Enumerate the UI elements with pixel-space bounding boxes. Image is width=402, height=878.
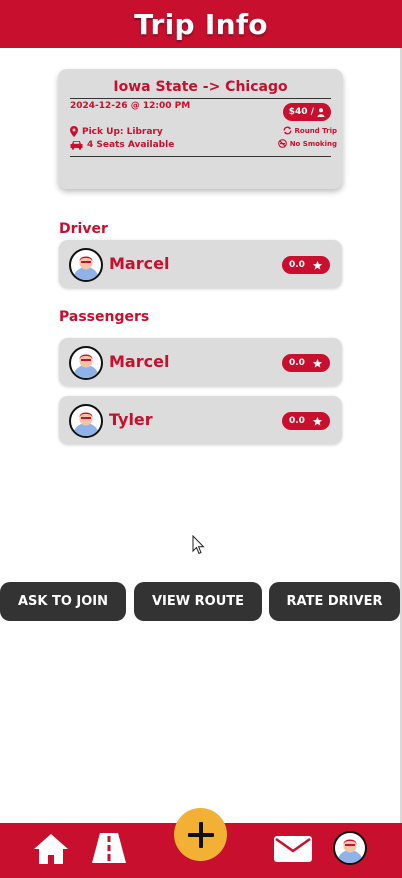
plus-icon [187, 821, 214, 848]
rating-value: 0.0 [289, 358, 305, 368]
star-icon [312, 416, 323, 426]
rating-badge: 0.0 [282, 412, 330, 430]
bottom-nav [0, 808, 402, 878]
no-smoking-icon [277, 139, 287, 148]
star-icon [312, 358, 323, 368]
pickup-text: Pick Up: Library [82, 126, 163, 137]
avatar [69, 248, 103, 282]
seats-text: 4 Seats Available [87, 140, 175, 150]
round-trip-flag: Round Trip [283, 126, 337, 135]
location-pin-icon [70, 126, 78, 137]
passenger-card[interactable]: Marcel 0.0 [59, 338, 342, 386]
price-text: $40 / [288, 107, 314, 117]
passenger-name: Marcel [109, 352, 170, 371]
passengers-section-label: Passengers [59, 309, 150, 325]
road-icon[interactable] [91, 833, 127, 863]
trip-route: Iowa State -> Chicago [113, 79, 288, 95]
passenger-name: Tyler [109, 410, 153, 429]
avatar [69, 346, 103, 380]
person-icon [317, 107, 325, 117]
rating-badge: 0.0 [282, 256, 330, 274]
no-smoking-text: No Smoking [289, 139, 337, 148]
divider [70, 98, 331, 99]
driver-section-label: Driver [59, 221, 108, 237]
round-trip-text: Round Trip [294, 126, 337, 135]
pickup-row: Pick Up: Library [70, 126, 163, 137]
avatar [69, 404, 103, 438]
divider [70, 156, 331, 157]
driver-name: Marcel [109, 254, 170, 273]
app-header: Trip Info [0, 0, 402, 48]
rating-value: 0.0 [289, 260, 305, 270]
page-title: Trip Info [134, 7, 268, 41]
view-route-button[interactable]: VIEW ROUTE [134, 582, 262, 621]
add-trip-button[interactable] [174, 808, 227, 861]
ask-to-join-button[interactable]: ASK TO JOIN [0, 582, 126, 621]
repeat-icon [283, 126, 291, 135]
rating-badge: 0.0 [282, 354, 330, 372]
no-smoking-flag: No Smoking [277, 139, 337, 148]
profile-avatar[interactable] [333, 831, 367, 865]
rating-value: 0.0 [289, 416, 305, 426]
driver-card[interactable]: Marcel 0.0 [59, 240, 342, 288]
mail-icon[interactable] [274, 836, 312, 862]
rate-driver-button[interactable]: RATE DRIVER [269, 582, 400, 621]
seats-row: 4 Seats Available [70, 140, 174, 150]
passenger-card[interactable]: Tyler 0.0 [59, 396, 342, 444]
mouse-cursor-icon [192, 535, 205, 555]
trip-datetime: 2024-12-26 @ 12:00 PM [70, 101, 191, 111]
star-icon [312, 260, 323, 270]
price-badge: $40 / [282, 103, 331, 121]
home-icon[interactable] [33, 833, 69, 865]
car-icon [70, 141, 83, 150]
trip-summary-card: Iowa State -> Chicago 2024-12-26 @ 12:00… [58, 69, 343, 189]
